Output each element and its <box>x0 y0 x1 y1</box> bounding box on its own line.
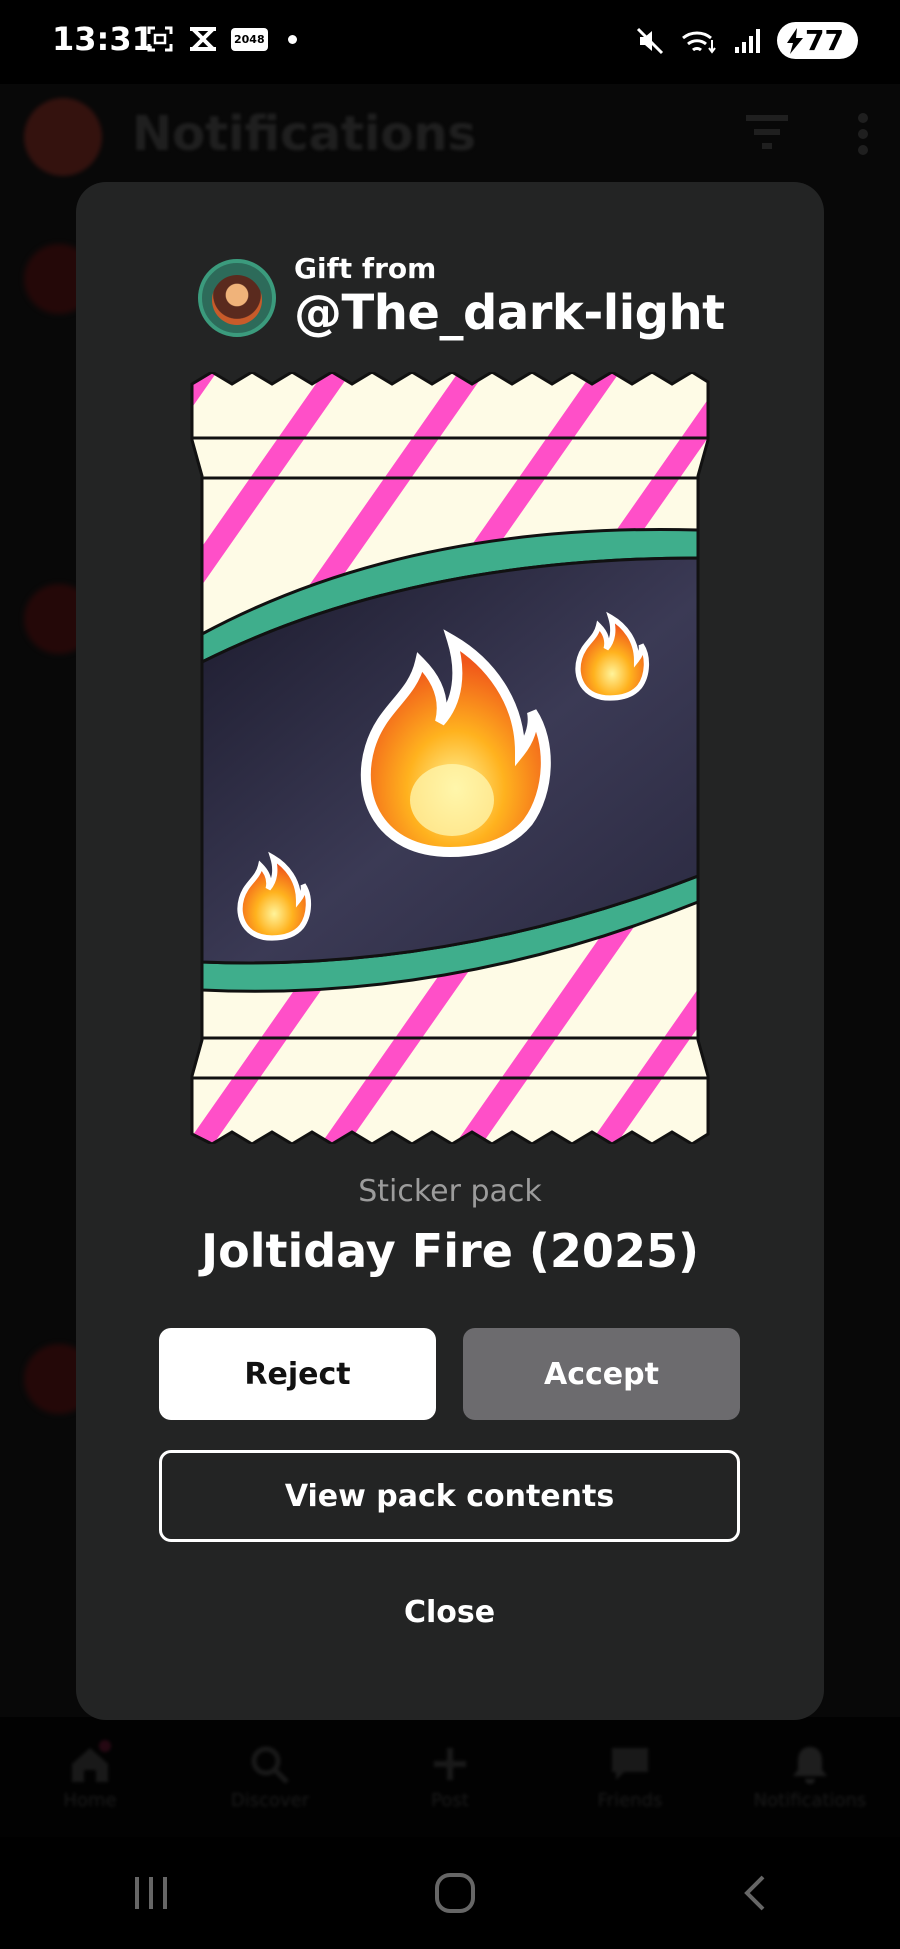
reject-button[interactable]: Reject <box>159 1328 436 1420</box>
status-right-icons: 77 <box>635 22 858 59</box>
status-left-icons: 2048 <box>145 24 297 54</box>
sender-handle: @The_dark-light <box>294 284 725 341</box>
wifi-icon <box>682 30 716 54</box>
signal-icon <box>735 28 761 53</box>
accept-button[interactable]: Accept <box>463 1328 740 1420</box>
pack-name: Joltiday Fire (2025) <box>201 1224 699 1278</box>
charging-bolt-icon <box>787 27 804 54</box>
gift-sender: Gift from @The_dark-light <box>198 252 725 342</box>
close-button[interactable]: Close <box>159 1566 740 1658</box>
pack-type-label: Sticker pack <box>358 1174 542 1209</box>
sticker-pack-image <box>190 372 710 1144</box>
notification-dot-icon <box>287 34 297 44</box>
status-time: 13:31 <box>52 20 154 58</box>
battery-level: 77 <box>805 24 844 57</box>
mute-icon <box>636 27 664 54</box>
battery-indicator: 77 <box>777 22 858 59</box>
game-2048-icon: 2048 <box>231 27 268 51</box>
capcut-icon <box>190 27 216 51</box>
view-pack-contents-button[interactable]: View pack contents <box>159 1450 740 1542</box>
gift-from-label: Gift from <box>294 252 437 285</box>
sender-avatar <box>198 259 276 338</box>
screenshot-icon <box>147 26 173 52</box>
gift-modal: Gift from @The_dark-light Sticker pack J… <box>76 182 824 1720</box>
status-bar: 13:31 2048 77 <box>0 0 900 84</box>
